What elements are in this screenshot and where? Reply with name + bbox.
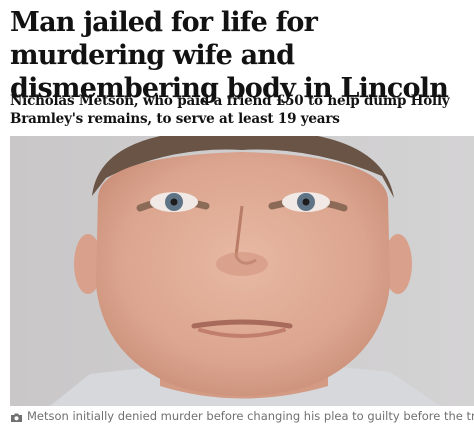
headline: Man jailed for life for murdering wife a… [10, 7, 449, 104]
standfirst: Nicholas Metson, who paid a friend £50 t… [10, 93, 450, 127]
portrait-illustration [10, 136, 474, 406]
photo-caption: Metson initially denied murder before ch… [10, 408, 474, 426]
caption-text: Metson initially denied murder before ch… [27, 409, 474, 423]
camera-icon [10, 411, 23, 422]
article-photo [10, 136, 474, 406]
